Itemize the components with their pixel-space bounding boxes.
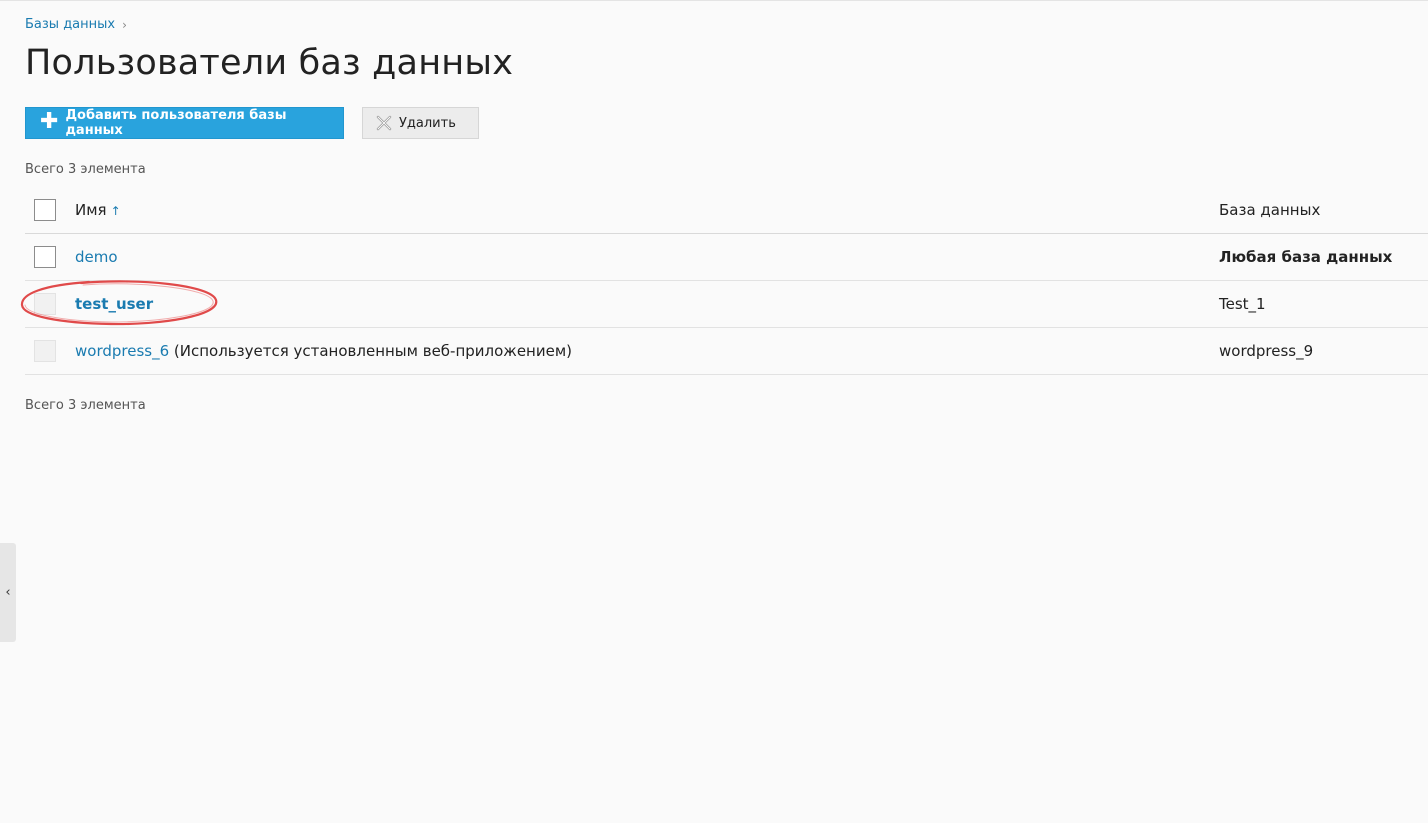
database-cell: Test_1 xyxy=(1219,295,1266,313)
sort-arrow-icon: ↑ xyxy=(110,204,121,218)
database-cell: wordpress_9 xyxy=(1219,342,1314,360)
breadcrumb-databases-link[interactable]: Базы данных xyxy=(25,17,115,32)
table-row: test_user Test_1 xyxy=(25,281,1428,328)
sidebar-toggle-handle[interactable]: ‹ xyxy=(0,543,16,642)
items-count-top: Всего 3 элемента xyxy=(25,162,146,177)
table-header: Имя ↑ База данных xyxy=(25,187,1428,234)
user-link-demo[interactable]: demo xyxy=(75,248,118,266)
delete-label: Удалить xyxy=(399,115,456,131)
chevron-left-icon: ‹ xyxy=(5,585,11,600)
add-db-user-button[interactable]: ✚ Добавить пользователя базы данных xyxy=(25,107,344,139)
highlight-ellipse xyxy=(20,280,218,326)
name-cell: demo xyxy=(75,248,118,266)
table-row: demo Любая база данных xyxy=(25,234,1428,281)
items-count-bottom: Всего 3 элемента xyxy=(25,398,146,413)
row-note: (Используется установленным веб-приложен… xyxy=(169,342,573,360)
row-checkbox xyxy=(34,340,56,362)
chevron-right-icon: › xyxy=(122,17,127,32)
table-row: wordpress_6 (Используется установленным … xyxy=(25,328,1428,375)
row-checkbox[interactable] xyxy=(34,246,56,268)
name-cell: wordpress_6 (Используется установленным … xyxy=(75,342,572,360)
db-users-table: Имя ↑ База данных demo Любая база данных … xyxy=(25,187,1428,375)
select-all-checkbox[interactable] xyxy=(34,199,56,221)
database-cell: Любая база данных xyxy=(1219,248,1393,266)
delete-button[interactable]: Удалить xyxy=(362,107,479,139)
column-header-name[interactable]: Имя ↑ xyxy=(75,201,121,219)
breadcrumb: Базы данных › xyxy=(25,17,127,32)
user-link-wordpress-6[interactable]: wordpress_6 xyxy=(75,342,169,360)
x-icon xyxy=(376,115,392,131)
page-title: Пользователи баз данных xyxy=(25,43,514,83)
column-header-database: База данных xyxy=(1219,201,1321,219)
toolbar: ✚ Добавить пользователя базы данных Удал… xyxy=(25,107,479,139)
plus-icon: ✚ xyxy=(40,109,59,134)
page: Базы данных › Пользователи баз данных ✚ … xyxy=(0,0,1428,823)
add-db-user-label: Добавить пользователя базы данных xyxy=(65,108,287,138)
column-header-name-label: Имя xyxy=(75,201,107,219)
